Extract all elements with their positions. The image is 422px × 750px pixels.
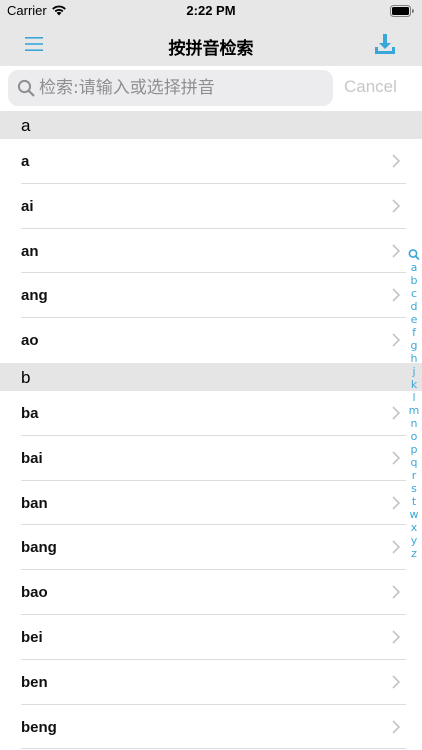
list-item-label: an	[21, 242, 39, 260]
chevron-right-icon	[392, 630, 400, 644]
chevron-right-icon	[392, 496, 400, 510]
index-letter[interactable]: h	[406, 352, 422, 365]
chevron-right-icon	[392, 719, 400, 734]
chevron-right-icon	[392, 154, 400, 168]
index-letter[interactable]: e	[406, 313, 422, 326]
list-item[interactable]: ao	[0, 318, 422, 363]
search-field[interactable]	[8, 70, 333, 106]
section-header-label: b	[21, 367, 31, 387]
index-letter[interactable]: t	[406, 495, 422, 508]
list-item-label: bei	[21, 628, 43, 646]
index-letter[interactable]: w	[406, 508, 422, 521]
list-item[interactable]: ba	[0, 390, 422, 436]
list-item[interactable]: ban	[0, 480, 422, 526]
index-letter[interactable]: q	[406, 456, 422, 469]
chevron-right-icon	[392, 288, 400, 302]
index-letter[interactable]: f	[406, 326, 422, 339]
chevron-right-icon	[392, 199, 400, 213]
cancel-button[interactable]: Cancel	[344, 77, 397, 97]
navigation-bar: 按拼音检索	[0, 22, 422, 66]
index-letter[interactable]: y	[406, 534, 422, 547]
search-icon	[17, 79, 35, 97]
list-item[interactable]: ai	[0, 183, 422, 229]
chevron-right-icon	[392, 451, 400, 465]
list-item-label: ao	[21, 332, 39, 350]
status-bar: Carrier 2:22 PM	[0, 0, 422, 22]
index-search-icon[interactable]	[406, 248, 422, 261]
list-item-label: ai	[21, 197, 34, 215]
list-item-label: ang	[21, 287, 48, 305]
index-letter[interactable]: b	[406, 274, 422, 287]
index-letter[interactable]: d	[406, 300, 422, 313]
chevron-right-icon	[392, 333, 400, 347]
list-item[interactable]: beng	[0, 704, 422, 750]
list-item-label: bang	[21, 539, 57, 557]
index-letter[interactable]: s	[406, 482, 422, 495]
list-item[interactable]: bei	[0, 614, 422, 660]
list-item[interactable]: ang	[0, 273, 422, 319]
search-bar: Cancel	[0, 66, 422, 112]
section-index: a b c d e f g h j k l m n o p q r s t w …	[406, 248, 422, 560]
pinyin-list: a a ai an ang ao b ba bai ban bang bao b…	[0, 111, 422, 750]
list-item-label: a	[21, 153, 30, 170]
index-letter[interactable]: z	[406, 547, 422, 560]
section-header-b: b	[0, 362, 422, 391]
list-item-label: ba	[21, 404, 39, 422]
list-item[interactable]: an	[0, 228, 422, 274]
index-letter[interactable]: o	[406, 430, 422, 443]
search-input[interactable]	[39, 70, 324, 106]
chevron-right-icon	[392, 585, 400, 599]
download-icon[interactable]	[373, 32, 397, 56]
list-item[interactable]: bao	[0, 570, 422, 615]
list-item[interactable]: a	[0, 139, 422, 184]
index-letter[interactable]: a	[406, 261, 422, 274]
chevron-right-icon	[392, 540, 400, 554]
index-letter[interactable]: c	[406, 287, 422, 300]
index-letter[interactable]: g	[406, 339, 422, 352]
section-header-a: a	[0, 111, 422, 139]
list-item-label: beng	[21, 718, 57, 736]
chevron-right-icon	[392, 675, 400, 689]
list-item[interactable]: bai	[0, 435, 422, 481]
clock-time: 2:22 PM	[186, 3, 236, 18]
battery-icon	[390, 5, 414, 17]
list-item-label: ban	[21, 494, 48, 512]
index-letter[interactable]: l	[406, 391, 422, 404]
list-item-label: ben	[21, 673, 48, 691]
chevron-right-icon	[392, 406, 400, 420]
chevron-right-icon	[392, 244, 400, 258]
row-divider	[21, 748, 406, 750]
index-letter[interactable]: r	[406, 469, 422, 482]
index-letter[interactable]: x	[406, 521, 422, 534]
index-letter[interactable]: k	[406, 378, 422, 391]
list-item[interactable]: ben	[0, 659, 422, 705]
index-letter[interactable]: j	[406, 365, 422, 378]
list-item-label: bao	[21, 584, 48, 602]
index-letter[interactable]: m	[406, 404, 422, 417]
list-item[interactable]: bang	[0, 525, 422, 571]
index-letter[interactable]: p	[406, 443, 422, 456]
section-header-label: a	[21, 116, 31, 135]
page-title: 按拼音检索	[168, 39, 254, 59]
index-letter[interactable]: n	[406, 417, 422, 430]
list-item-label: bai	[21, 449, 43, 467]
